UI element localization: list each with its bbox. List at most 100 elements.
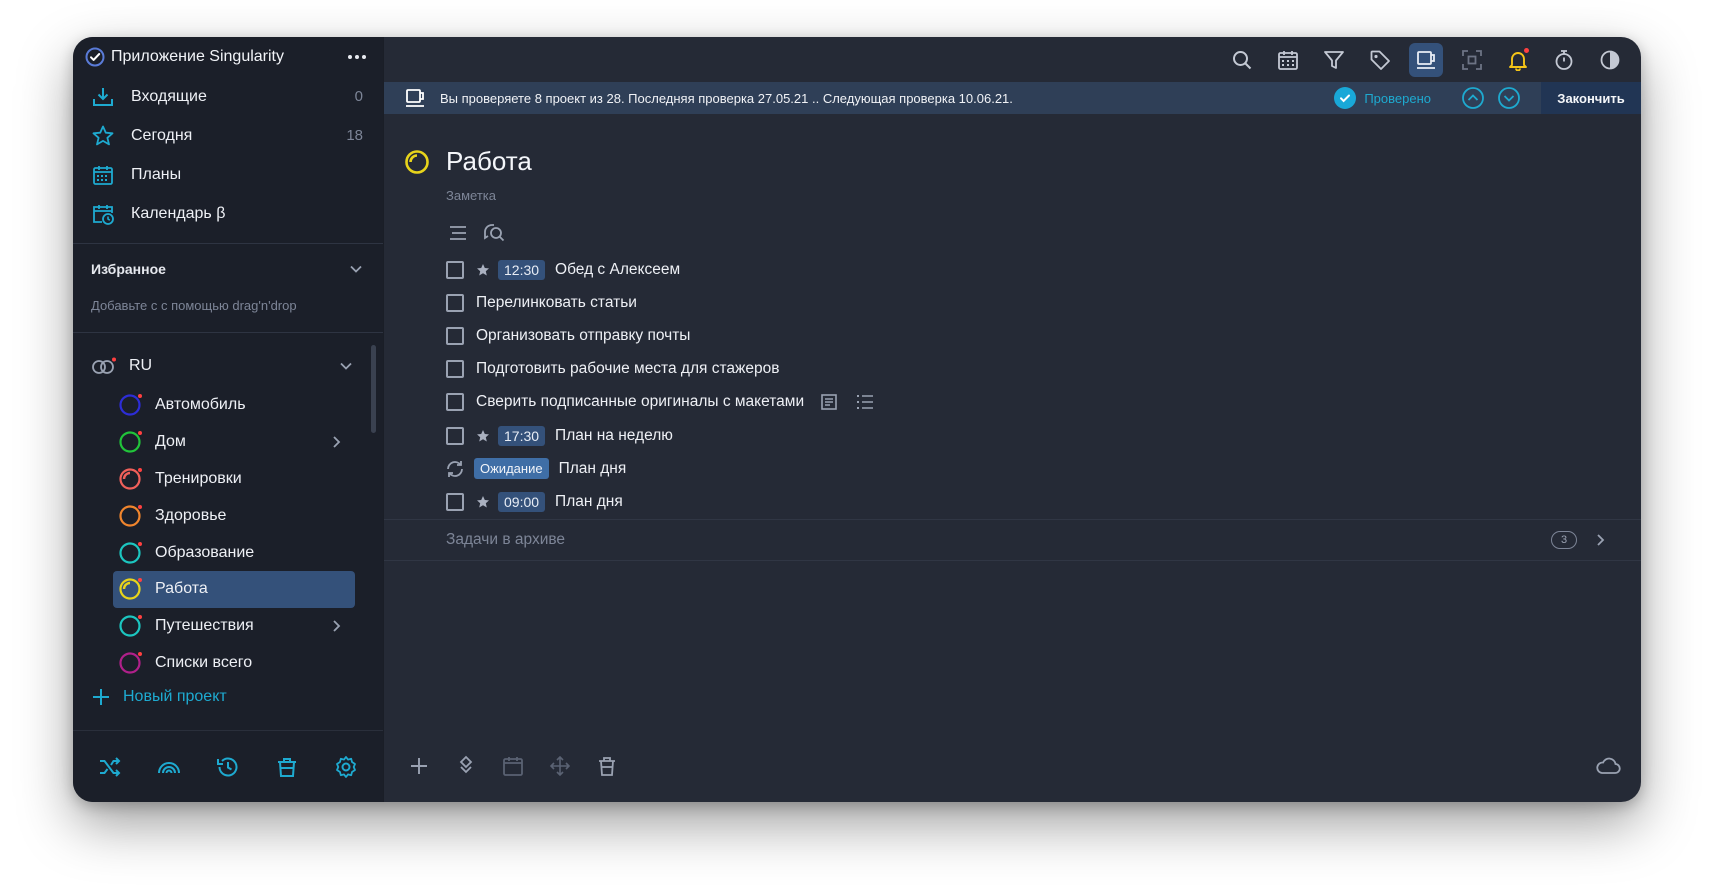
delete-button[interactable]: [592, 751, 622, 781]
project-header: Работа: [384, 114, 1641, 177]
new-project-button[interactable]: Новый проект: [73, 681, 383, 713]
timer-button[interactable]: [1547, 43, 1581, 77]
trash-icon: [277, 757, 296, 777]
project-item[interactable]: Работа: [113, 570, 355, 608]
filter-button[interactable]: [1317, 43, 1351, 77]
theme-toggle-button[interactable]: [1593, 43, 1627, 77]
task-row[interactable]: 17:30 План на неделю: [384, 419, 1641, 452]
search-button[interactable]: [1225, 43, 1259, 77]
task-title[interactable]: Обед с Алексеем: [555, 261, 680, 279]
project-group-ru[interactable]: RU: [73, 345, 383, 387]
task-checkbox[interactable]: [446, 260, 464, 279]
review-mode-button[interactable]: [1409, 42, 1443, 77]
status-badge[interactable]: Ожидание: [474, 458, 549, 480]
project-item[interactable]: Дом: [73, 424, 355, 461]
tag-button[interactable]: [1363, 43, 1397, 77]
nav-item-calendar-beta[interactable]: Календарь β: [73, 194, 383, 233]
previous-project-icon[interactable]: [1461, 86, 1485, 110]
task-checkbox[interactable]: [446, 293, 464, 312]
top-toolbar: [384, 37, 1641, 82]
project-circle-icon: [119, 467, 142, 490]
project-item[interactable]: Путешествия: [73, 608, 355, 645]
shuffle-button[interactable]: [95, 752, 125, 782]
repeat-icon[interactable]: [444, 458, 466, 480]
note-icon[interactable]: [818, 391, 840, 413]
task-row[interactable]: 09:00 План дня: [384, 485, 1641, 518]
task-row[interactable]: Организовать отправку почты: [384, 319, 1641, 352]
calendar-button[interactable]: [1271, 43, 1305, 77]
checklist-icon[interactable]: [854, 391, 876, 413]
task-title[interactable]: Подготовить рабочие места для стажеров: [476, 360, 779, 378]
rainbow-button[interactable]: [154, 752, 184, 782]
time-badge[interactable]: 12:30: [498, 259, 546, 280]
settings-button[interactable]: [331, 752, 361, 782]
task-title[interactable]: План дня: [555, 493, 623, 511]
project-label: Образование: [155, 543, 255, 561]
task-search-button[interactable]: [482, 221, 506, 245]
search-chat-icon: [484, 224, 505, 242]
task-title[interactable]: Организовать отправку почты: [476, 327, 690, 345]
project-title[interactable]: Работа: [446, 146, 532, 177]
layers-icon: [459, 755, 473, 774]
project-progress-icon[interactable]: [404, 149, 430, 175]
schedule-button[interactable]: [498, 751, 528, 781]
task-row[interactable]: Перелинковать статьи: [384, 286, 1641, 319]
add-task-button[interactable]: [404, 751, 434, 781]
time-badge[interactable]: 09:00: [498, 491, 546, 512]
archived-tasks-row[interactable]: Задачи в архиве 3: [384, 519, 1641, 561]
chevron-right-icon[interactable]: [331, 619, 343, 633]
task-checkbox[interactable]: [446, 492, 464, 511]
contrast-icon: [1600, 50, 1620, 69]
nav-item-inbox[interactable]: Входящие 0: [73, 77, 383, 116]
project-item[interactable]: Автомобиль: [73, 387, 355, 424]
task-row[interactable]: Сверить подписанные оригиналы с макетами: [384, 386, 1641, 419]
task-row[interactable]: Ожидание План дня: [384, 452, 1641, 485]
task-title[interactable]: План дня: [559, 460, 627, 478]
sidebar-scrollbar[interactable]: [371, 345, 376, 433]
app-header: Приложение Singularity: [73, 37, 383, 77]
plus-icon: [411, 758, 427, 774]
move-button[interactable]: [545, 751, 575, 781]
task-title[interactable]: Сверить подписанные оригиналы с макетами: [476, 393, 804, 411]
history-button[interactable]: [213, 752, 243, 782]
more-menu-icon[interactable]: [343, 47, 371, 67]
task-checkbox[interactable]: [446, 393, 464, 412]
sync-button[interactable]: [1593, 751, 1623, 781]
task-checkbox[interactable]: [446, 426, 464, 445]
mark-reviewed-button[interactable]: Проверено: [1334, 87, 1431, 109]
layers-button[interactable]: [451, 751, 481, 781]
task-checkbox[interactable]: [446, 360, 464, 379]
task-title[interactable]: План на неделю: [555, 427, 673, 445]
app-window: Приложение Singularity Входящие 0 Сегодн…: [73, 37, 1641, 802]
chevron-right-icon[interactable]: [331, 435, 343, 449]
project-item[interactable]: Тренировки: [73, 461, 355, 498]
project-note[interactable]: Заметка: [446, 188, 1641, 203]
favorites-header[interactable]: Избранное: [73, 244, 383, 294]
nav-item-plans[interactable]: Планы: [73, 155, 383, 194]
task-title[interactable]: Перелинковать статьи: [476, 294, 637, 312]
trash-button[interactable]: [272, 752, 302, 782]
task-row[interactable]: 12:30 Обед с Алексеем: [384, 253, 1641, 286]
project-item[interactable]: Списки всего: [73, 645, 355, 682]
project-item[interactable]: Здоровье: [73, 497, 355, 534]
new-project-label: Новый проект: [123, 688, 227, 706]
calendar-icon: [1278, 50, 1298, 70]
focus-button[interactable]: [1455, 43, 1489, 77]
nav-item-today[interactable]: Сегодня 18: [73, 116, 383, 155]
project-list: Автомобиль Дом Тренировки Здоровье Образован…: [73, 387, 383, 681]
task-row[interactable]: Подготовить рабочие места для стажеров: [384, 353, 1641, 386]
main-footer: [384, 730, 1641, 802]
time-badge[interactable]: 17:30: [498, 425, 546, 446]
cloud-icon: [1596, 757, 1621, 774]
notifications-button[interactable]: [1501, 43, 1535, 77]
calendar-clock-icon: [93, 204, 114, 225]
calendar-icon: [503, 757, 523, 776]
task-list: 12:30 Обед с Алексеем Перелинковать статьи…: [384, 253, 1641, 519]
sort-button[interactable]: [446, 221, 470, 245]
finish-review-button[interactable]: Закончить: [1541, 82, 1641, 114]
next-project-icon[interactable]: [1497, 86, 1521, 110]
task-checkbox[interactable]: [446, 326, 464, 345]
project-item[interactable]: Образование: [73, 534, 355, 571]
notification-dot: [1524, 47, 1529, 53]
app-logo-icon: [85, 47, 105, 67]
